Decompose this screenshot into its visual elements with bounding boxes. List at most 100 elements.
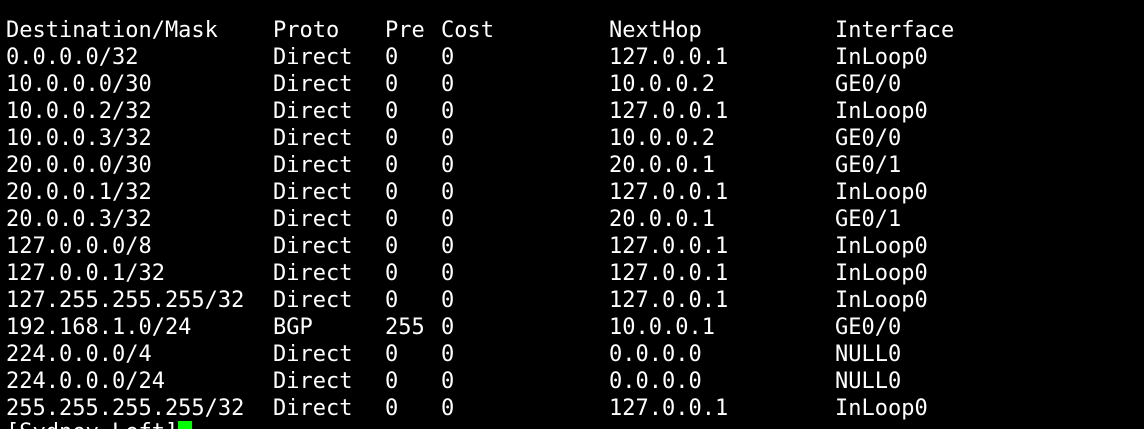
table-row: 10.0.0.0/30 Direct 0 0 10.0.0.2 GE0/0 — [6, 71, 901, 98]
table-row: 0.0.0.0/32 Direct 0 0 127.0.0.1 InLoop0 — [6, 44, 928, 71]
route-pre: 0 — [385, 396, 399, 421]
route-nexthop: 0.0.0.0 — [609, 369, 702, 394]
route-proto: Direct — [273, 288, 353, 313]
route-proto: Direct — [273, 234, 353, 259]
table-row: 127.0.0.0/8 Direct 0 0 127.0.0.1 InLoop0 — [6, 233, 928, 260]
table-row: 20.0.0.3/32 Direct 0 0 20.0.0.1 GE0/1 — [6, 206, 901, 233]
route-destination: 10.0.0.3/32 — [6, 126, 152, 151]
header-pre: Pre — [385, 18, 425, 43]
terminal-window[interactable]: Destination/Mask Proto Pre Cost NextHop … — [0, 0, 1144, 429]
route-pre: 0 — [385, 288, 399, 313]
route-nexthop: 0.0.0.0 — [609, 342, 702, 367]
route-proto: Direct — [273, 396, 353, 421]
header-nexthop: NextHop — [609, 18, 702, 43]
route-pre: 0 — [385, 72, 399, 97]
command-prompt[interactable]: [Sydney-Left] — [6, 419, 193, 429]
route-interface: InLoop0 — [835, 261, 928, 286]
route-interface: InLoop0 — [835, 396, 928, 421]
route-interface: InLoop0 — [835, 99, 928, 124]
table-row: 10.0.0.2/32 Direct 0 0 127.0.0.1 InLoop0 — [6, 98, 928, 125]
route-proto: Direct — [273, 153, 353, 178]
route-interface: GE0/0 — [835, 72, 902, 97]
route-nexthop: 10.0.0.2 — [609, 126, 715, 151]
route-nexthop: 127.0.0.1 — [609, 99, 729, 124]
route-destination: 20.0.0.3/32 — [6, 207, 152, 232]
route-destination: 0.0.0.0/32 — [6, 45, 139, 70]
route-interface: InLoop0 — [835, 45, 928, 70]
route-cost: 0 — [441, 99, 455, 124]
route-cost: 0 — [441, 234, 455, 259]
route-destination: 224.0.0.0/4 — [6, 342, 152, 367]
route-interface: GE0/1 — [835, 153, 902, 178]
route-interface: GE0/0 — [835, 126, 902, 151]
route-nexthop: 127.0.0.1 — [609, 261, 729, 286]
route-destination: 127.0.0.0/8 — [6, 234, 152, 259]
route-nexthop: 127.0.0.1 — [609, 234, 729, 259]
route-proto: Direct — [273, 180, 353, 205]
route-nexthop: 127.0.0.1 — [609, 180, 729, 205]
route-nexthop: 127.0.0.1 — [609, 45, 729, 70]
route-pre: 0 — [385, 342, 399, 367]
route-pre: 0 — [385, 45, 399, 70]
prompt-text: [Sydney-Left] — [6, 420, 178, 429]
route-proto: Direct — [273, 207, 353, 232]
route-pre: 0 — [385, 180, 399, 205]
route-cost: 0 — [441, 396, 455, 421]
route-proto: Direct — [273, 45, 353, 70]
table-header: Destination/Mask Proto Pre Cost NextHop … — [6, 17, 954, 44]
route-interface: InLoop0 — [835, 234, 928, 259]
route-destination: 20.0.0.0/30 — [6, 153, 152, 178]
table-row: 20.0.0.0/30 Direct 0 0 20.0.0.1 GE0/1 — [6, 152, 901, 179]
route-interface: InLoop0 — [835, 288, 928, 313]
route-proto: BGP — [273, 315, 313, 340]
route-pre: 0 — [385, 207, 399, 232]
route-proto: Direct — [273, 342, 353, 367]
route-pre: 0 — [385, 126, 399, 151]
route-destination: 192.168.1.0/24 — [6, 315, 192, 340]
table-row: 127.255.255.255/32 Direct 0 0 127.0.0.1 InLoo… — [6, 287, 928, 314]
route-nexthop: 20.0.0.1 — [609, 207, 715, 232]
route-proto: Direct — [273, 72, 353, 97]
route-rows: 0.0.0.0/32 Direct 0 0 127.0.0.1 InLoop0 10.0.0… — [6, 44, 928, 422]
route-nexthop: 10.0.0.2 — [609, 72, 715, 97]
route-interface: NULL0 — [835, 342, 902, 367]
table-row: 10.0.0.3/32 Direct 0 0 10.0.0.2 GE0/0 — [6, 125, 901, 152]
route-pre: 0 — [385, 261, 399, 286]
route-proto: Direct — [273, 261, 353, 286]
table-row: 255.255.255.255/32 Direct 0 0 127.0.0.1 InLoo… — [6, 395, 928, 422]
table-row: 192.168.1.0/24 BGP 255 0 10.0.0.1 GE0/0 — [6, 314, 901, 341]
route-nexthop: 127.0.0.1 — [609, 288, 729, 313]
route-cost: 0 — [441, 153, 455, 178]
header-proto: Proto — [273, 18, 340, 43]
header-destination-mask: Destination/Mask — [6, 18, 218, 43]
route-proto: Direct — [273, 99, 353, 124]
header-interface: Interface — [835, 18, 955, 43]
route-cost: 0 — [441, 72, 455, 97]
route-proto: Direct — [273, 369, 353, 394]
route-cost: 0 — [441, 180, 455, 205]
table-row: 224.0.0.0/4 Direct 0 0 0.0.0.0 NULL0 — [6, 341, 901, 368]
route-interface: GE0/0 — [835, 315, 902, 340]
route-cost: 0 — [441, 207, 455, 232]
header-cost: Cost — [441, 18, 494, 43]
route-cost: 0 — [441, 369, 455, 394]
route-cost: 0 — [441, 288, 455, 313]
route-interface: NULL0 — [835, 369, 902, 394]
table-row: 224.0.0.0/24 Direct 0 0 0.0.0.0 NULL0 — [6, 368, 901, 395]
table-row: 127.0.0.1/32 Direct 0 0 127.0.0.1 InLoop0 — [6, 260, 928, 287]
route-destination: 10.0.0.2/32 — [6, 99, 152, 124]
route-destination: 127.255.255.255/32 — [6, 288, 245, 313]
route-cost: 0 — [441, 315, 455, 340]
route-cost: 0 — [441, 342, 455, 367]
route-cost: 0 — [441, 261, 455, 286]
route-nexthop: 10.0.0.1 — [609, 315, 715, 340]
routing-table: Destination/Mask Proto Pre Cost NextHop … — [6, 17, 954, 422]
route-pre: 0 — [385, 99, 399, 124]
route-cost: 0 — [441, 126, 455, 151]
route-destination: 255.255.255.255/32 — [6, 396, 245, 421]
table-row: 20.0.0.1/32 Direct 0 0 127.0.0.1 InLoop0 — [6, 179, 928, 206]
route-destination: 127.0.0.1/32 — [6, 261, 165, 286]
route-pre: 0 — [385, 369, 399, 394]
route-nexthop: 20.0.0.1 — [609, 153, 715, 178]
route-interface: InLoop0 — [835, 180, 928, 205]
